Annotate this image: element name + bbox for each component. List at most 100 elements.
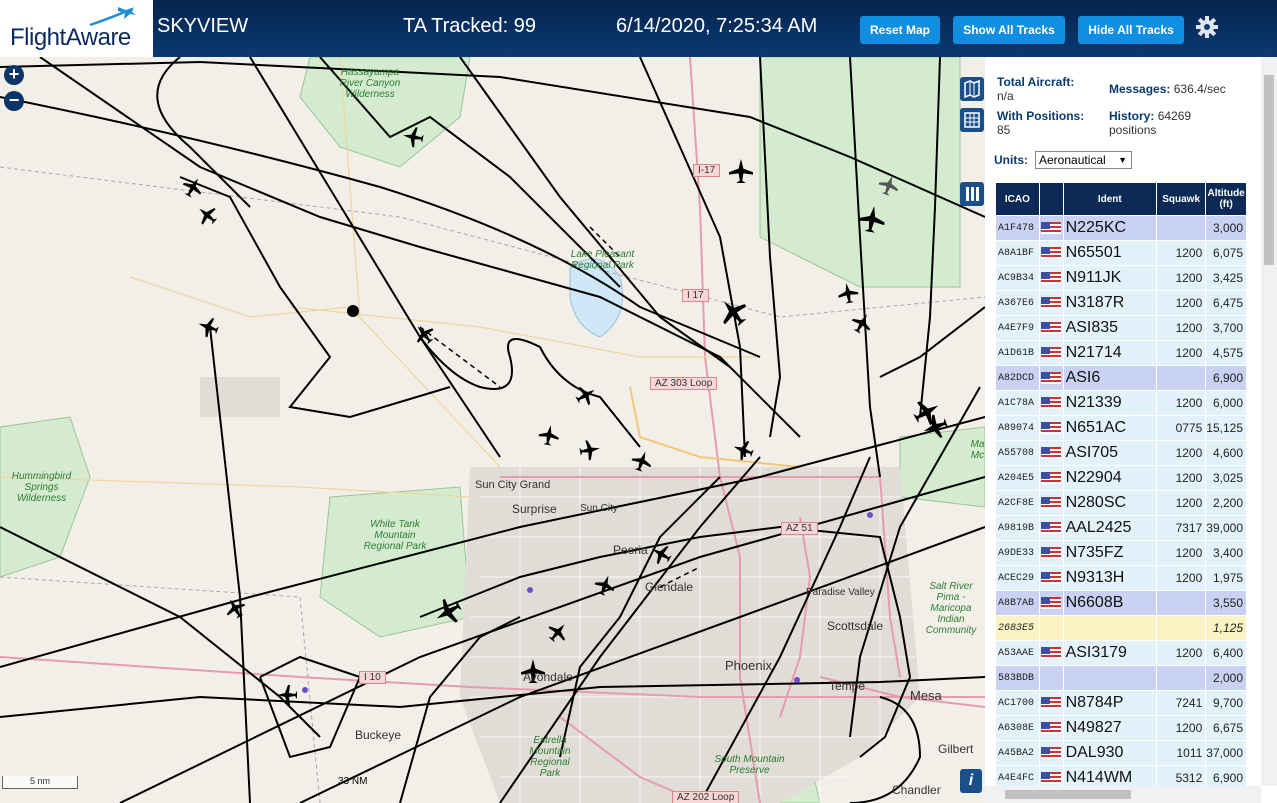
- altitude-cell: 3,025: [1205, 465, 1247, 491]
- altitude-cell: 4,575: [1205, 340, 1247, 366]
- squawk-cell: 1200: [1155, 265, 1207, 291]
- us-flag-icon: [1040, 397, 1061, 410]
- table-row[interactable]: A82DCD ASI6 6,900: [995, 365, 1247, 391]
- ident-cell: N49827: [1062, 715, 1157, 741]
- us-flag-icon: [1040, 722, 1061, 735]
- road-label: AZ 51: [781, 522, 818, 535]
- table-row[interactable]: A4E7F9 ASI835 1200 3,700: [995, 315, 1247, 341]
- ident-cell: N911JK: [1062, 265, 1157, 291]
- map-layers-icon[interactable]: [960, 77, 984, 101]
- table-row[interactable]: A53AAE ASI3179 1200 6,400: [995, 640, 1247, 666]
- total-aircraft-value: n/a: [997, 89, 1014, 103]
- altitude-cell: 4,600: [1205, 440, 1247, 466]
- brand-name: FlightAware: [10, 24, 131, 51]
- squawk-cell: [1155, 590, 1207, 616]
- total-aircraft-label: Total Aircraft:: [997, 75, 1075, 89]
- squawk-cell: 1200: [1155, 340, 1207, 366]
- scale-bar: 5 nm: [2, 776, 78, 789]
- us-flag-icon: [1040, 572, 1061, 585]
- ident-cell: N9313H: [1062, 565, 1157, 591]
- icao-cell: A45BA2: [995, 740, 1040, 766]
- map-area[interactable]: Sun City Grand Surprise Sun City Peoria …: [0, 57, 985, 803]
- reset-map-button[interactable]: Reset Map: [860, 16, 940, 44]
- us-flag-icon: [1040, 597, 1061, 610]
- table-row[interactable]: AC1700 N8784P 7241 9,700: [995, 690, 1247, 716]
- col-squawk[interactable]: Squawk: [1155, 182, 1207, 216]
- table-row[interactable]: A55708 ASI705 1200 4,600: [995, 440, 1247, 466]
- icao-cell: A55708: [995, 440, 1040, 466]
- icao-cell: A4E7F9: [995, 315, 1040, 341]
- altitude-cell: 15,125: [1205, 415, 1247, 441]
- scroll-thumb[interactable]: [1005, 790, 1131, 799]
- table-row[interactable]: A2CF8E N280SC 1200 2,200: [995, 490, 1247, 516]
- ident-cell: N65501: [1062, 240, 1157, 266]
- columns-icon[interactable]: [960, 182, 984, 206]
- clock: 6/14/2020, 7:25:34 AM: [616, 15, 818, 37]
- table-row[interactable]: A204E5 N22904 1200 3,025: [995, 465, 1247, 491]
- altitude-cell: 6,400: [1205, 640, 1247, 666]
- flightaware-logo[interactable]: FlightAware: [0, 0, 153, 57]
- table-row[interactable]: A89074 N651AC 0775 15,125: [995, 415, 1247, 441]
- table-row[interactable]: AC9B34 N911JK 1200 3,425: [995, 265, 1247, 291]
- table-row[interactable]: A9819B AAL2425 7317 39,000: [995, 515, 1247, 541]
- show-all-tracks-button[interactable]: Show All Tracks: [953, 16, 1065, 44]
- icao-cell: 2683E5: [995, 615, 1040, 641]
- ident-cell: N280SC: [1062, 490, 1157, 516]
- with-positions-label: With Positions:: [997, 109, 1085, 123]
- gear-icon[interactable]: [1195, 15, 1219, 39]
- table-row[interactable]: A1D61B N21714 1200 4,575: [995, 340, 1247, 366]
- horizontal-scrollbar[interactable]: [985, 786, 1261, 803]
- col-icao[interactable]: ICAO: [995, 182, 1040, 216]
- squawk-cell: 0775: [1155, 415, 1207, 441]
- ident-cell: AAL2425: [1062, 515, 1157, 541]
- zoom-out-button[interactable]: −: [4, 91, 24, 111]
- park-label: Ma Mc: [970, 439, 985, 461]
- col-ident[interactable]: Ident: [1062, 182, 1157, 216]
- us-flag-icon: [1040, 297, 1061, 310]
- table-row[interactable]: 2683E5 1,125: [995, 615, 1247, 641]
- hide-all-tracks-button[interactable]: Hide All Tracks: [1078, 16, 1184, 44]
- table-row[interactable]: A8B7AB N6608B 3,550: [995, 590, 1247, 616]
- vertical-scrollbar[interactable]: [1261, 57, 1277, 786]
- squawk-cell: 1200: [1155, 715, 1207, 741]
- table-row[interactable]: A1F478 N225KC 3,000: [995, 215, 1247, 241]
- units-select[interactable]: Aeronautical ▼: [1035, 151, 1132, 169]
- table-row[interactable]: A1C78A N21339 1200 6,000: [995, 390, 1247, 416]
- messages-label: Messages:: [1109, 82, 1171, 96]
- col-flag[interactable]: [1038, 182, 1064, 216]
- table-row[interactable]: A367E6 N3187R 1200 6,475: [995, 290, 1247, 316]
- flag-cell: [1038, 715, 1064, 741]
- altitude-cell: 6,075: [1205, 240, 1247, 266]
- flag-cell: [1038, 440, 1064, 466]
- table-row[interactable]: 583BDB 2,000: [995, 665, 1247, 691]
- ident-cell: N735FZ: [1062, 540, 1157, 566]
- icao-cell: A8B7AB: [995, 590, 1040, 616]
- flag-cell: [1038, 315, 1064, 341]
- us-flag-icon: [1040, 272, 1061, 285]
- flag-cell: [1038, 290, 1064, 316]
- altitude-cell: 6,675: [1205, 715, 1247, 741]
- top-bar: FlightAware SKYVIEW TA Tracked: 99 6/14/…: [0, 0, 1277, 57]
- table-row[interactable]: A9DE33 N735FZ 1200 3,400: [995, 540, 1247, 566]
- us-flag-icon: [1040, 422, 1061, 435]
- scroll-thumb[interactable]: [1264, 75, 1274, 265]
- table-row[interactable]: A8A1BF N65501 1200 6,075: [995, 240, 1247, 266]
- flag-cell: [1038, 665, 1064, 691]
- road-label: AZ 202 Loop: [672, 791, 740, 803]
- table-row[interactable]: A45BA2 DAL930 1011 37,000: [995, 740, 1247, 766]
- table-row[interactable]: ACEC29 N9313H 1200 1,975: [995, 565, 1247, 591]
- flag-cell: [1038, 515, 1064, 541]
- aircraft-table: ICAO Ident Squawk Altitude (ft) A1F478 N2…: [995, 182, 1247, 791]
- grid-icon[interactable]: [960, 108, 984, 132]
- ident-cell: N8784P: [1062, 690, 1157, 716]
- icao-cell: A204E5: [995, 465, 1040, 491]
- table-row[interactable]: A6308E N49827 1200 6,675: [995, 715, 1247, 741]
- ident-cell: N21339: [1062, 390, 1157, 416]
- squawk-cell: [1155, 365, 1207, 391]
- site-name: SKYVIEW: [157, 15, 249, 37]
- info-button[interactable]: i: [960, 769, 982, 793]
- us-flag-icon: [1040, 547, 1061, 560]
- us-flag-icon: [1040, 772, 1061, 785]
- zoom-in-button[interactable]: +: [4, 65, 24, 85]
- col-altitude[interactable]: Altitude (ft): [1205, 182, 1247, 216]
